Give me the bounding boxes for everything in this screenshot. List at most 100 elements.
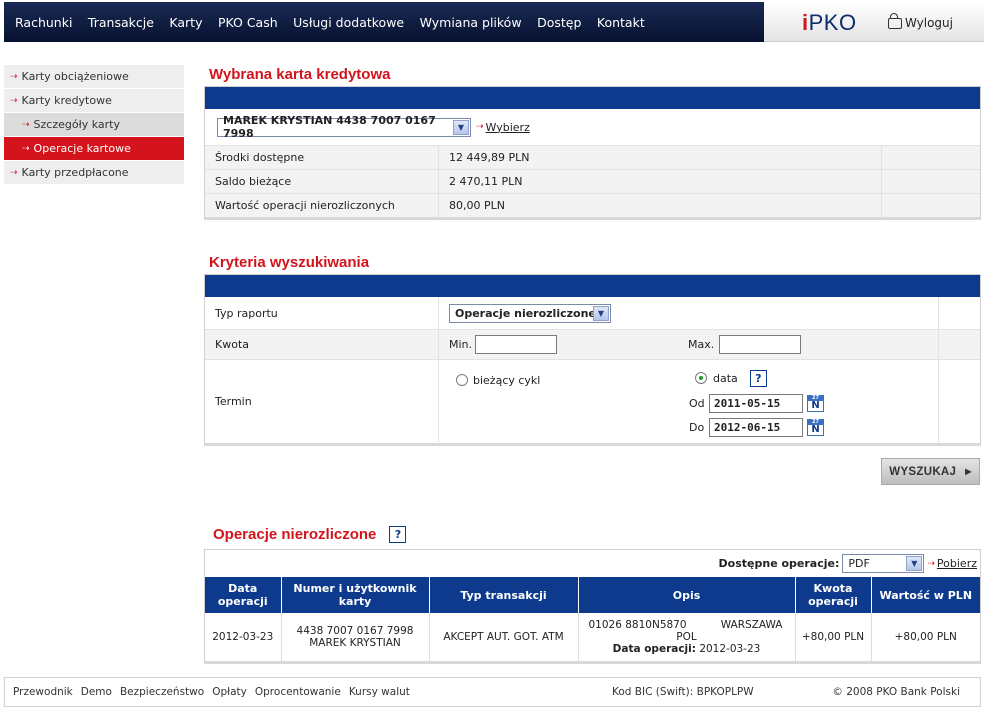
card-number: 4438 7007 0167 7998	[296, 625, 414, 637]
desc-country: POL	[676, 631, 697, 643]
sidebar-item-karty-kredytowe[interactable]: ⇢ Karty kredytowe	[4, 89, 184, 112]
nav-item-karty[interactable]: Karty	[169, 15, 202, 30]
column-header: Data operacji	[205, 577, 282, 613]
card-section-title: Wybrana karta kredytowa	[209, 66, 391, 83]
search-panel: Typ raportu Operacje nierozliczone ▼ Kwo…	[204, 274, 981, 446]
report-type-select[interactable]: Operacje nierozliczone ▼	[449, 303, 611, 323]
footer-link-przewodnik[interactable]: Przewodnik	[13, 686, 73, 698]
sidebar-item-label: Szczegóły karty	[33, 118, 120, 131]
footer-link-kursy-walut[interactable]: Kursy walut	[349, 686, 410, 698]
sidebar-item-operacje-kartowe[interactable]: ⇢ Operacje kartowe	[4, 137, 184, 160]
sidebar-item-label: Karty obciążeniowe	[21, 70, 129, 83]
card-select-row: MAREK KRYSTIAN 4438 7007 0167 7998 ▼ ⇢ W…	[205, 109, 980, 145]
search-section-title: Kryteria wyszukiwania	[209, 254, 370, 271]
column-header: Wartość w PLN	[871, 577, 980, 613]
nav-item-transakcje[interactable]: Transakcje	[88, 15, 154, 30]
chevron-down-icon: ▼	[906, 556, 923, 571]
sidebar-item-karty-obciazeniowe[interactable]: ⇢ Karty obciążeniowe	[4, 65, 184, 88]
card-select-value: MAREK KRYSTIAN 4438 7007 0167 7998	[223, 114, 436, 140]
table-row[interactable]: 2012-03-23 4438 7007 0167 7998 MAREK KRY…	[205, 613, 980, 661]
cycle-radio[interactable]	[456, 374, 468, 386]
search-button-label: WYSZUKAJ	[889, 465, 957, 478]
column-header: Typ transakcji	[429, 577, 579, 613]
choose-card-link[interactable]: Wybierz	[486, 121, 530, 134]
cycle-label: bieżący cykl	[473, 373, 541, 387]
term-label: Termin	[215, 395, 252, 408]
nav-item-dostep[interactable]: Dostęp	[537, 15, 581, 30]
chevron-down-icon: ▼	[593, 305, 609, 321]
sidebar-item-szczegoly-karty[interactable]: ⇢ Szczegóły karty	[4, 113, 184, 136]
nav-item-pko-cash[interactable]: PKO Cash	[218, 15, 278, 30]
nav-item-kontakt[interactable]: Kontakt	[597, 15, 645, 30]
arrow-right-icon: ⇢	[22, 119, 30, 130]
nav-item-uslugi-dodatkowe[interactable]: Usługi dodatkowe	[293, 15, 404, 30]
footer-link-bezpieczenstwo[interactable]: Bezpieczeństwo	[120, 686, 204, 698]
info-label: Saldo bieżące	[215, 175, 292, 188]
card-select[interactable]: MAREK KRYSTIAN 4438 7007 0167 7998 ▼	[217, 114, 471, 140]
sidebar-item-label: Karty przedpłacone	[21, 166, 129, 179]
ops-title-row: Operacje nierozliczone ?	[213, 526, 407, 543]
date-radio[interactable]	[695, 372, 707, 384]
format-value: PDF	[848, 557, 870, 570]
search-button[interactable]: WYSZUKAJ ▶	[881, 458, 980, 485]
info-empty-cell	[881, 145, 980, 170]
sidebar-item-label: Karty kredytowe	[21, 94, 112, 107]
desc-date-label: Data operacji:	[612, 643, 696, 655]
nav-item-rachunki[interactable]: Rachunki	[15, 15, 72, 30]
play-arrow-icon: ▶	[965, 467, 972, 476]
logout-button[interactable]: Wyloguj	[888, 12, 953, 30]
column-header: Opis	[578, 577, 796, 613]
nav-item-wymiana-plikow[interactable]: Wymiana plików	[420, 15, 522, 30]
date-to-input[interactable]: 2012-06-15	[709, 417, 803, 437]
term-row: Termin bieżący cykl data ? Od 2011-05-15…	[205, 359, 980, 444]
help-icon[interactable]: ?	[749, 369, 767, 387]
footer-link-oprocentowanie[interactable]: Oprocentowanie	[255, 686, 341, 698]
sidebar-item-karty-przedplacone[interactable]: ⇢ Karty przedpłacone	[4, 161, 184, 184]
max-amount-input[interactable]	[719, 335, 801, 354]
panel-header-bar	[205, 275, 980, 297]
ops-toolbar: Dostępne operacje: PDF ▼ ⇢ Pobierz	[205, 550, 980, 577]
sidebar-item-label: Operacje kartowe	[33, 142, 131, 155]
arrow-right-icon: ⇢	[10, 95, 18, 106]
report-type-value: Operacje nierozliczone	[455, 306, 596, 320]
term-cell: bieżący cykl data ? Od 2011-05-15 27 N Do…	[438, 359, 938, 444]
from-label: Od	[689, 396, 705, 410]
info-value: 12 449,89 PLN	[438, 145, 881, 170]
info-row: Środki dostępne 12 449,89 PLN	[205, 145, 980, 170]
arrow-right-icon: ⇢	[10, 71, 18, 82]
desc-date: 2012-03-23	[699, 643, 761, 655]
info-label: Środki dostępne	[215, 151, 305, 164]
date-option[interactable]: data ?	[695, 369, 767, 387]
footer-link-oplaty[interactable]: Opłaty	[212, 686, 247, 698]
column-header: Numer i użytkownik karty	[281, 577, 430, 613]
footer-copyright: © 2008 PKO Bank Polski	[832, 686, 960, 698]
available-ops-label: Dostępne operacje:	[718, 557, 840, 570]
panel-header-bar	[205, 87, 980, 109]
footer-link-demo[interactable]: Demo	[81, 686, 112, 698]
min-amount-input[interactable]	[475, 335, 557, 354]
ipko-logo: iPKO	[802, 10, 857, 36]
date-to-row: Do 2012-06-15 27 N	[689, 417, 824, 437]
calendar-icon[interactable]: 27 N	[807, 394, 824, 412]
amount-row: Kwota Min. Max.	[205, 329, 980, 360]
download-link[interactable]: Pobierz	[937, 557, 977, 570]
calendar-icon[interactable]: 27 N	[807, 418, 824, 436]
empty-cell	[938, 329, 980, 360]
format-select[interactable]: PDF ▼	[842, 554, 925, 573]
cycle-option[interactable]: bieżący cykl	[456, 374, 540, 387]
footer-bic: Kod BIC (Swift): BPKOPLPW	[612, 686, 754, 698]
ops-table: Data operacji Numer i użytkownik karty T…	[205, 577, 980, 661]
date-from-input[interactable]: 2011-05-15	[709, 393, 803, 413]
info-value: 2 470,11 PLN	[438, 169, 881, 194]
desc-code: 01026 8810N5870	[588, 619, 687, 631]
empty-cell	[938, 359, 980, 444]
op-card: 4438 7007 0167 7998 MAREK KRYSTIAN	[281, 613, 430, 661]
empty-cell	[938, 297, 980, 329]
arrow-right-icon: ⇢	[927, 558, 935, 569]
arrow-right-icon: ⇢	[10, 167, 18, 178]
help-icon[interactable]: ?	[389, 526, 407, 543]
info-empty-cell	[881, 169, 980, 194]
brand-box: iPKO Wyloguj	[764, 2, 984, 42]
arrow-right-icon: ⇢	[476, 122, 484, 132]
info-row: Saldo bieżące 2 470,11 PLN	[205, 169, 980, 194]
